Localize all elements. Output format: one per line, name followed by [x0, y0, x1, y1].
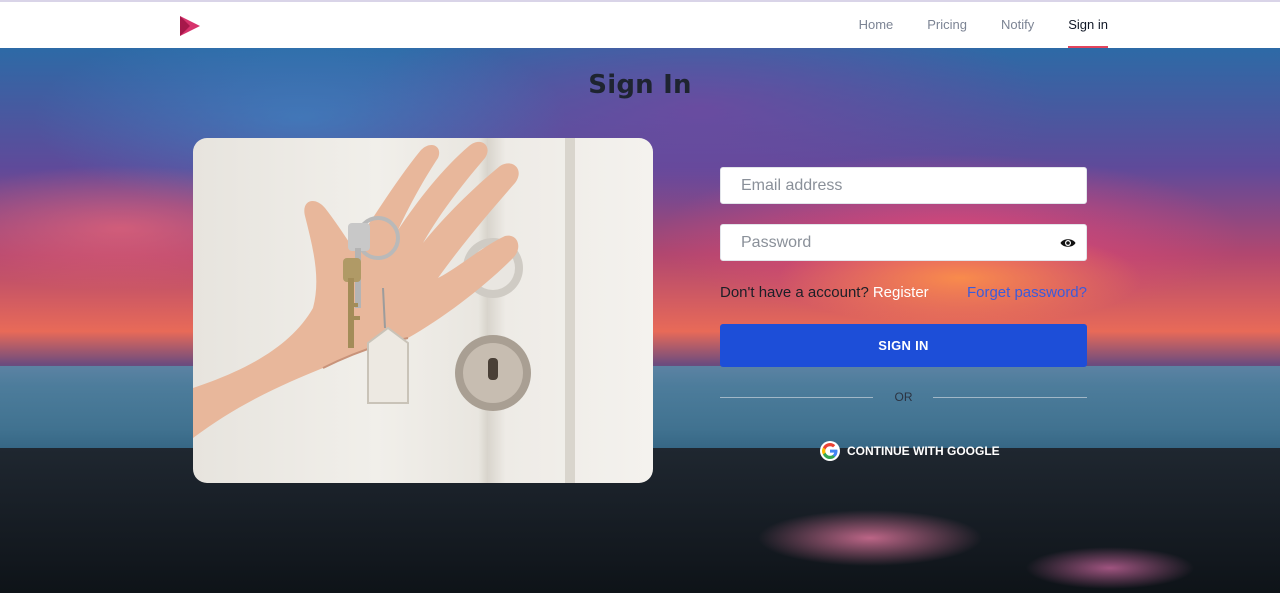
eye-icon[interactable]	[1060, 236, 1076, 250]
google-button-label: CONTINUE WITH GOOGLE	[847, 444, 1000, 458]
continue-with-google-button[interactable]: CONTINUE WITH GOOGLE	[820, 440, 1000, 462]
navbar: Home Pricing Notify Sign in	[0, 0, 1280, 48]
forgot-password-link[interactable]: Forget password?	[967, 284, 1087, 301]
email-input[interactable]	[721, 168, 1086, 203]
email-field[interactable]	[720, 167, 1087, 204]
account-row: Don't have a account? Register Forget pas…	[720, 284, 1087, 304]
no-account-text: Don't have a account?	[720, 284, 869, 301]
password-field[interactable]	[720, 224, 1087, 261]
google-icon	[820, 441, 840, 461]
nav-sign-in[interactable]: Sign in	[1068, 2, 1108, 48]
keys-photo	[193, 138, 653, 483]
nav-notify[interactable]: Notify	[1001, 2, 1034, 48]
nav-links: Home Pricing Notify Sign in	[825, 2, 1108, 48]
or-divider: OR	[720, 388, 1087, 406]
hand-with-keys-illustration	[193, 138, 575, 483]
play-logo-icon[interactable]	[178, 14, 202, 38]
hero-background: Sign In Email address Don't have a accou…	[0, 48, 1280, 593]
nav-home[interactable]: Home	[859, 2, 894, 48]
password-input[interactable]	[721, 225, 1086, 260]
sign-in-button[interactable]: SIGN IN	[720, 324, 1087, 367]
register-link[interactable]: Register	[873, 284, 929, 301]
nav-pricing[interactable]: Pricing	[927, 2, 967, 48]
page-title: Sign In	[588, 70, 692, 100]
divider-line-right	[933, 397, 1087, 398]
